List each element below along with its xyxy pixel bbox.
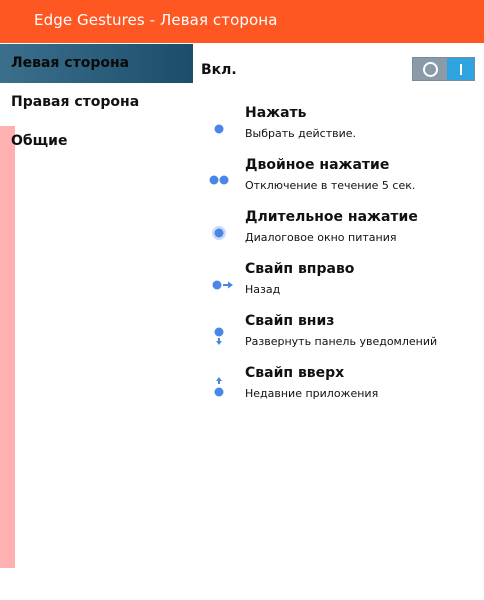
gesture-title: Свайп вправо	[245, 261, 355, 277]
sidebar-accent-strip	[0, 126, 15, 568]
enable-label: Вкл.	[201, 62, 237, 78]
tap-icon	[214, 124, 224, 134]
gesture-title: Двойное нажатие	[245, 157, 390, 173]
gesture-subtitle: Выбрать действие.	[245, 127, 356, 140]
gesture-subtitle: Отключение в течение 5 сек.	[245, 179, 416, 192]
sidebar-item-right-side[interactable]: Правая сторона	[0, 83, 193, 122]
gesture-row-long-press[interactable]: Длительное нажатие Диалоговое окно питан…	[200, 209, 484, 259]
gesture-subtitle: Диалоговое окно питания	[245, 231, 397, 244]
swipe-right-icon	[212, 280, 233, 290]
toggle-knob	[413, 58, 447, 80]
double-tap-icon	[209, 175, 229, 185]
gesture-title: Длительное нажатие	[245, 209, 418, 225]
sidebar-item-general[interactable]: Общие	[0, 122, 193, 161]
sidebar-item-label: Правая сторона	[11, 94, 140, 110]
toggle-on-mark	[460, 64, 462, 75]
gesture-title: Свайп вниз	[245, 313, 335, 329]
gesture-subtitle: Назад	[245, 283, 281, 296]
long-press-icon	[212, 226, 226, 240]
sidebar-item-label: Левая сторона	[11, 55, 130, 71]
gesture-subtitle: Развернуть панель уведомлений	[245, 335, 438, 348]
sidebar-item-label: Общие	[11, 133, 68, 149]
gesture-row-double-tap[interactable]: Двойное нажатие Отключение в течение 5 с…	[200, 157, 484, 207]
swipe-down-icon	[214, 327, 224, 345]
gesture-title: Нажать	[245, 105, 307, 121]
gesture-row-swipe-up[interactable]: Свайп вверх Недавние приложения	[200, 365, 484, 415]
gesture-subtitle: Недавние приложения	[245, 387, 379, 400]
title-bar: Edge Gestures - Левая сторона	[0, 0, 484, 43]
page-title: Edge Gestures - Левая сторона	[34, 11, 278, 29]
gesture-row-tap[interactable]: Нажать Выбрать действие.	[200, 105, 484, 155]
gesture-title: Свайп вверх	[245, 365, 345, 381]
gesture-row-swipe-down[interactable]: Свайп вниз Развернуть панель уведомлений	[200, 313, 484, 363]
swipe-up-icon	[214, 377, 224, 397]
enable-toggle[interactable]	[412, 57, 475, 81]
gesture-row-swipe-right[interactable]: Свайп вправо Назад	[200, 261, 484, 311]
sidebar-item-left-side[interactable]: Левая сторона	[0, 44, 193, 83]
